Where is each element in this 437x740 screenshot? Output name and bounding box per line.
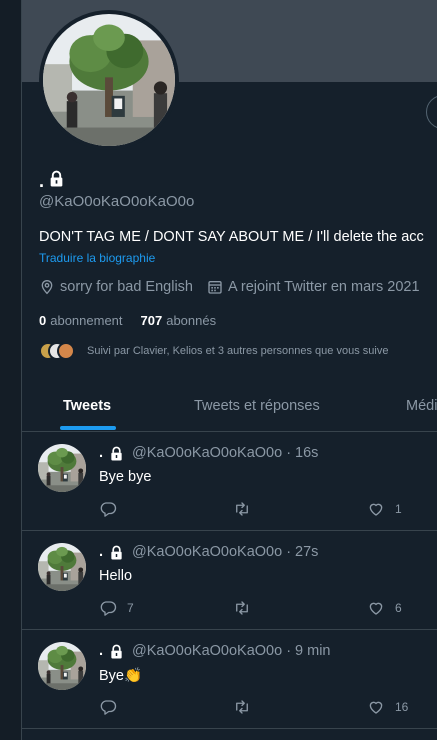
location-text: sorry for bad English <box>60 279 193 295</box>
tweet-text: Bye👏 <box>99 668 143 684</box>
retweet-button[interactable] <box>233 698 261 716</box>
tweet-avatar[interactable] <box>38 444 86 492</box>
separator-dot: · <box>286 544 292 560</box>
tweet-timestamp[interactable]: 27s <box>295 544 318 560</box>
like-count: 6 <box>395 601 402 615</box>
separator-dot: · <box>286 445 292 461</box>
tweet-author-handle[interactable]: @KaO0oKaO0oKaO0o <box>132 643 282 659</box>
followers-label: abonnés <box>166 313 217 328</box>
retweet-button[interactable] <box>233 599 261 617</box>
translate-bio-link[interactable]: Traduire la biographie <box>39 251 155 265</box>
profile-bio: DON'T TAG ME / DONT SAY ABOUT ME / I'll … <box>39 229 424 245</box>
following-link[interactable]: 0 abonnement <box>39 313 123 328</box>
lock-icon <box>109 446 124 461</box>
retweet-icon <box>236 601 248 615</box>
following-label: abonnement <box>50 313 123 328</box>
profile-location: sorry for bad English <box>39 279 193 295</box>
tweet-timestamp[interactable]: 16s <box>295 445 318 461</box>
avatar-image <box>43 14 175 146</box>
like-button[interactable]: 6 <box>367 599 402 617</box>
tweet-author-handle[interactable]: @KaO0oKaO0oKaO0o <box>132 544 282 560</box>
profile-name-row: . <box>39 170 65 192</box>
tab-media[interactable]: Médi <box>406 380 437 432</box>
follow-stats: 0 abonnement 707 abonnés <box>39 313 234 328</box>
tweet-author-name[interactable]: . <box>99 544 103 560</box>
tweet-author-handle[interactable]: @KaO0oKaO0oKaO0o <box>132 445 282 461</box>
tweet-avatar[interactable] <box>38 642 86 690</box>
lock-icon <box>48 170 65 192</box>
reply-count: 7 <box>127 601 134 615</box>
tweet[interactable]: . @KaO0oKaO0oKaO0o · 27s Hello 7 6 <box>22 531 437 630</box>
separator-dot: · <box>286 643 292 659</box>
tweet-text: Bye bye <box>99 469 152 485</box>
followers-count: 707 <box>140 313 163 328</box>
like-count: 16 <box>395 700 409 714</box>
reply-button[interactable] <box>99 698 127 716</box>
retweet-button[interactable] <box>233 500 261 518</box>
tweet-text: Hello <box>99 568 133 584</box>
reply-icon <box>100 502 117 517</box>
location-pin-icon <box>41 279 53 295</box>
calendar-icon <box>208 281 222 294</box>
tab-tweets[interactable]: Tweets <box>63 380 111 432</box>
profile-handle: @KaO0oKaO0oKaO0o <box>39 193 195 210</box>
lock-icon <box>109 644 124 659</box>
profile-join-date: A rejoint Twitter en mars 2021 <box>207 279 420 295</box>
tab-tweets-and-replies[interactable]: Tweets et réponses <box>194 380 320 432</box>
profile-tabs: Tweets Tweets et réponses Médi <box>22 380 437 432</box>
tweet-header: . @KaO0oKaO0oKaO0o · 27s <box>99 544 318 560</box>
reply-button[interactable] <box>99 500 127 518</box>
heart-icon <box>369 503 383 516</box>
followed-by-text: Suivi par Clavier, Kelios et 3 autres pe… <box>87 345 389 357</box>
like-count: 1 <box>395 502 402 516</box>
tweet-author-name[interactable]: . <box>99 445 103 461</box>
lock-icon <box>109 545 124 560</box>
tweet-timestamp[interactable]: 9 min <box>295 643 330 659</box>
like-button[interactable]: 1 <box>367 500 402 518</box>
profile-avatar[interactable] <box>39 10 179 150</box>
tweet[interactable]: . @KaO0oKaO0oKaO0o · 16s Bye bye 1 <box>22 432 437 531</box>
display-name: . <box>39 171 45 191</box>
like-button[interactable]: 16 <box>367 698 408 716</box>
tweet-actions: 16 <box>99 698 419 718</box>
tweet-actions: 7 6 <box>99 599 419 619</box>
profile-column: . @KaO0oKaO0oKaO0o DON'T TAG ME / DONT S… <box>21 0 437 740</box>
tweet-header: . @KaO0oKaO0oKaO0o · 16s <box>99 445 318 461</box>
tweet[interactable]: . @KaO0oKaO0oKaO0o · 9 min Bye👏 16 <box>22 630 437 729</box>
profile-meta: sorry for bad English A rejoint Twitter … <box>39 279 434 295</box>
reply-button[interactable]: 7 <box>99 599 134 617</box>
following-count: 0 <box>39 313 47 328</box>
tweet-avatar[interactable] <box>38 543 86 591</box>
left-navigation-rail <box>0 0 21 740</box>
reply-icon <box>100 700 117 715</box>
followed-by-avatars <box>39 342 79 360</box>
tweet-actions: 1 <box>99 500 419 520</box>
heart-icon <box>369 602 383 615</box>
tweet-header: . @KaO0oKaO0oKaO0o · 9 min <box>99 643 331 659</box>
followed-by-link[interactable]: Suivi par Clavier, Kelios et 3 autres pe… <box>39 342 388 360</box>
profile-action-button[interactable] <box>426 95 437 129</box>
retweet-icon <box>236 502 248 516</box>
reply-icon <box>100 601 117 616</box>
tweet-author-name[interactable]: . <box>99 643 103 659</box>
heart-icon <box>369 701 383 714</box>
followers-link[interactable]: 707 abonnés <box>141 313 217 328</box>
follower-avatar <box>57 342 75 360</box>
retweet-icon <box>236 700 248 714</box>
join-date-text: A rejoint Twitter en mars 2021 <box>227 279 420 295</box>
active-tab-indicator <box>60 426 116 430</box>
